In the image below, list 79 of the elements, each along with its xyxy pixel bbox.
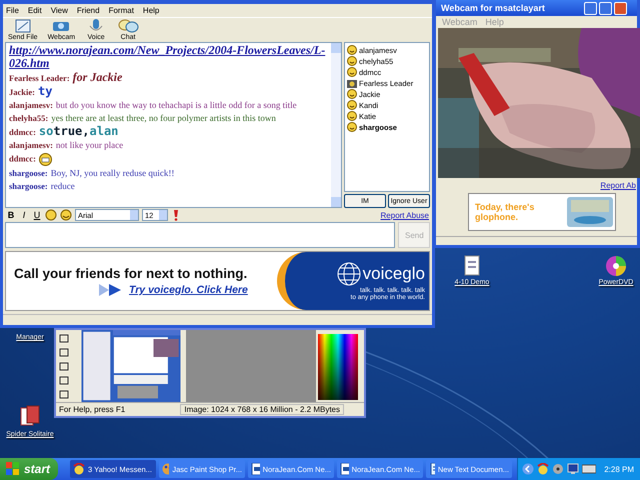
sender-name: shargoose: <box>9 168 48 178</box>
ad-headline: Today, there's glophone. <box>475 202 536 222</box>
sender-name: Fearless Leader: <box>9 73 70 83</box>
smiley-icon[interactable] <box>60 209 72 221</box>
sender-name: alanjamesv: <box>9 140 53 150</box>
message-text: Boy, NJ, you really reduse quick!! <box>50 168 174 178</box>
tool-icon[interactable] <box>58 375 70 386</box>
menu-item[interactable]: File <box>6 6 19 15</box>
monitor-icon[interactable] <box>567 463 580 475</box>
chat-bubbles-icon <box>117 18 140 34</box>
message-text: for Jackie <box>72 70 122 84</box>
menu-item[interactable]: Help <box>142 6 160 15</box>
smiley-icon <box>347 122 357 132</box>
minimize-button[interactable] <box>584 2 597 14</box>
menu-item[interactable]: Edit <box>28 6 42 15</box>
message-text: but do you know the way to tehachapi is a little odd for a song title <box>54 100 297 110</box>
close-button[interactable] <box>614 2 627 14</box>
message-text: reduce <box>50 181 75 191</box>
document-icon[interactable] <box>462 255 482 277</box>
disc-icon[interactable] <box>552 463 564 475</box>
smiley-icon[interactable] <box>537 463 550 475</box>
color-palette[interactable] <box>318 334 358 400</box>
message-word: alan <box>90 124 118 138</box>
window-title: Webcam for msatclayart <box>441 3 545 13</box>
buzz-icon[interactable] <box>171 209 181 221</box>
ad-link[interactable]: Try voiceglo. Click Here <box>129 284 248 296</box>
tool-icon[interactable] <box>58 389 70 400</box>
ad-headline: Call your friends for next to nothing. <box>14 266 248 281</box>
message-text: ty <box>36 84 52 98</box>
format-button[interactable]: B <box>6 210 16 220</box>
smiley-icon <box>347 100 357 110</box>
globe-icon <box>336 261 362 287</box>
smiley-icon <box>347 89 357 99</box>
palette-icon <box>162 463 170 475</box>
webcam-icon <box>347 78 357 88</box>
smiley-icon[interactable] <box>45 209 57 221</box>
tool-icon[interactable] <box>58 361 70 372</box>
format-button[interactable]: I <box>19 210 29 220</box>
menu-item[interactable]: Format <box>108 6 134 15</box>
network-card-icon[interactable] <box>582 463 596 475</box>
smiley-icon <box>347 45 357 55</box>
sender-name: ddmcc: <box>9 127 36 137</box>
format-button[interactable]: U <box>32 210 42 220</box>
document-icon <box>340 463 349 475</box>
tool-icon[interactable] <box>58 333 70 344</box>
sender-name: alanjamesv: <box>9 100 53 110</box>
disc-icon[interactable] <box>605 255 627 277</box>
report-abuse-link[interactable]: Report Abuse <box>380 210 429 220</box>
image-info-text: Image: 1024 x 768 x 16 Million - 2.2 MBytes <box>180 404 344 415</box>
message-input-field[interactable] <box>5 222 395 248</box>
sender-name: ddmcc: <box>9 154 36 164</box>
chevron-left-icon[interactable] <box>522 463 534 475</box>
sender-name: Jackie: <box>9 87 35 97</box>
chat-link[interactable]: http://www.norajean.com/New_Projects/2004-FlowersLeaves/L-026.htm <box>9 44 328 70</box>
message-text: not like your place <box>54 140 124 150</box>
start-button[interactable]: start <box>0 458 58 480</box>
windows-logo-icon <box>6 462 20 476</box>
smiley-icon <box>347 67 357 77</box>
message-word: so <box>38 124 54 138</box>
smiley-icon <box>347 56 357 66</box>
menu-item[interactable]: View <box>50 6 68 15</box>
tool-icon[interactable] <box>58 347 70 358</box>
sender-name: chelyha55: <box>9 113 48 123</box>
report-abuse-link[interactable]: Report Ab <box>600 181 636 190</box>
message-text: yes there are at least three, no four polymer artists in this town <box>50 113 276 123</box>
scrollbar[interactable] <box>331 43 341 207</box>
brand-name: voiceglo <box>362 264 425 284</box>
sender-name: shargoose: <box>9 181 48 191</box>
grin-emoticon-icon <box>38 153 52 166</box>
notepad-icon <box>429 463 435 475</box>
status-text: For Help, press F1 <box>59 405 126 414</box>
menu-item[interactable]: Friend <box>76 6 100 15</box>
maximize-button[interactable] <box>599 2 612 14</box>
clock: 2:28 PM <box>604 464 634 474</box>
document-icon <box>251 463 260 475</box>
message-word: true, <box>53 124 90 138</box>
smiley-icon <box>347 111 357 121</box>
smiley-icon <box>73 463 85 475</box>
phone-icon <box>565 195 615 229</box>
